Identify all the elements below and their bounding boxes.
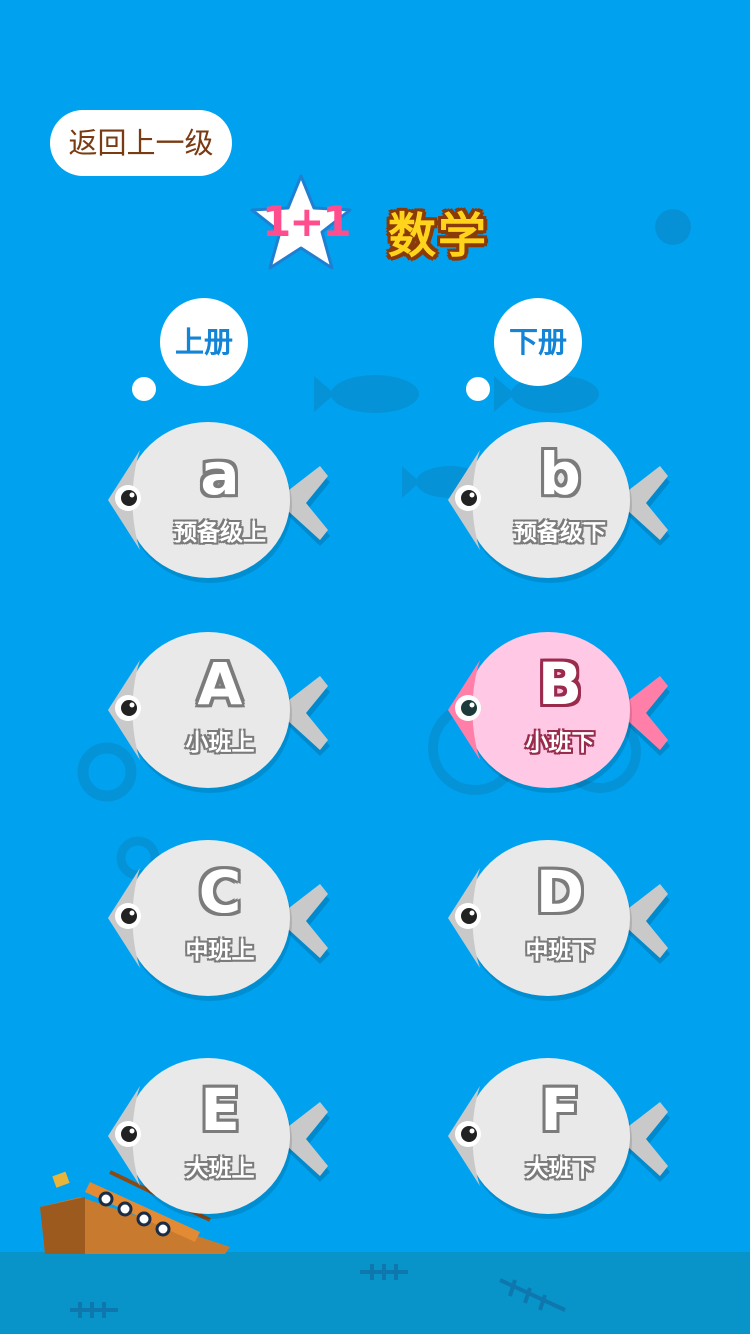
logo-mark-text: 1+1 <box>262 197 352 246</box>
level-label: 大班下 <box>525 1156 595 1182</box>
level-fish-F[interactable]: F 大班下 <box>440 1056 670 1226</box>
level-letter: b <box>539 440 581 508</box>
level-label: 预备级下 <box>514 520 606 546</box>
level-fish-D[interactable]: D 中班下 <box>440 838 670 1008</box>
level-letter: B <box>537 650 583 718</box>
level-fish-A[interactable]: A 小班上 <box>100 630 330 800</box>
small-bubble-right <box>466 377 490 401</box>
level-fish-E[interactable]: E 大班上 <box>100 1056 330 1226</box>
level-letter: a <box>200 440 240 508</box>
level-label: 中班下 <box>525 938 595 964</box>
level-fish-a[interactable]: a 预备级上 <box>100 420 330 590</box>
level-label: 小班上 <box>185 730 255 756</box>
volume-lower-bubble[interactable]: 下册 <box>494 298 582 386</box>
back-button[interactable]: 返回上一级 <box>50 110 232 176</box>
level-select-screen: 返回上一级 1+1 数学 上册 下册 a 预备级上 b 预备级下 A 小班上 B… <box>0 0 750 1334</box>
small-bubble-left <box>132 377 156 401</box>
level-label: 小班下 <box>525 730 595 756</box>
level-fish-B-selected[interactable]: B 小班下 <box>440 630 670 800</box>
level-fish-C[interactable]: C 中班上 <box>100 838 330 1008</box>
subject-title: 数学 <box>388 208 489 264</box>
level-letter: D <box>535 858 585 926</box>
volume-upper-bubble[interactable]: 上册 <box>160 298 248 386</box>
level-label: 中班上 <box>185 938 255 964</box>
level-label: 大班上 <box>185 1156 255 1182</box>
level-label: 预备级上 <box>174 520 266 546</box>
level-letter: A <box>197 650 243 718</box>
level-letter: C <box>198 858 242 926</box>
level-fish-b[interactable]: b 预备级下 <box>440 420 670 590</box>
level-letter: F <box>540 1076 580 1144</box>
level-letter: E <box>200 1076 240 1144</box>
